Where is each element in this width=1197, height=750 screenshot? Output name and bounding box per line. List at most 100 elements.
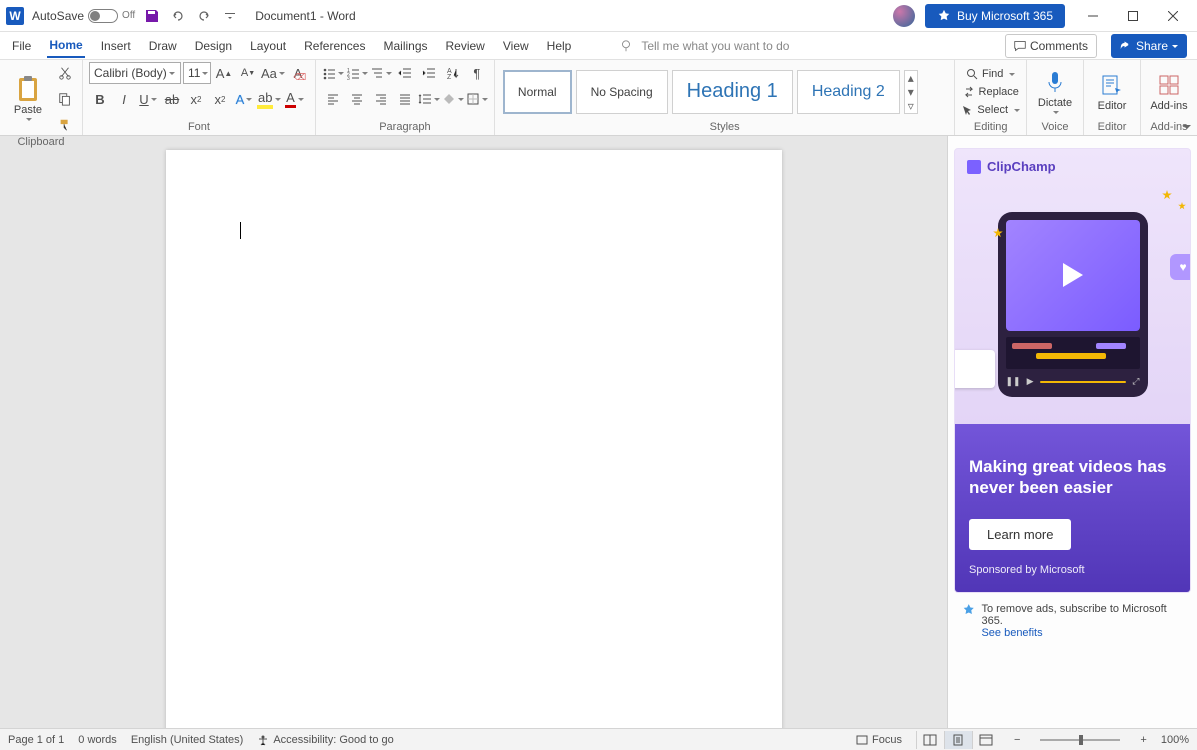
shading-button[interactable] xyxy=(442,88,464,110)
customize-qat-button[interactable] xyxy=(221,7,239,25)
zoom-in-button[interactable]: + xyxy=(1140,734,1146,746)
document-canvas[interactable] xyxy=(0,136,947,728)
learn-more-button[interactable]: Learn more xyxy=(969,519,1071,550)
find-button[interactable]: Find xyxy=(966,65,1015,83)
format-painter-button[interactable] xyxy=(54,114,76,136)
copy-button[interactable] xyxy=(54,88,76,110)
word-app-icon: W xyxy=(6,7,24,25)
microphone-icon xyxy=(1042,69,1068,95)
replace-button[interactable]: Replace xyxy=(963,83,1019,101)
tab-home[interactable]: Home xyxy=(47,34,84,58)
tab-mailings[interactable]: Mailings xyxy=(381,35,429,57)
increase-indent-button[interactable] xyxy=(418,62,440,84)
cut-button[interactable] xyxy=(54,62,76,84)
font-size-combo[interactable]: 11 xyxy=(183,62,211,84)
minimize-button[interactable] xyxy=(1073,2,1113,30)
tab-review[interactable]: Review xyxy=(444,35,487,57)
status-words[interactable]: 0 words xyxy=(78,734,117,746)
diamond-icon xyxy=(962,603,975,617)
line-spacing-button[interactable] xyxy=(418,88,440,110)
heart-icon: ♥ xyxy=(1170,254,1191,280)
change-case-button[interactable]: Aa xyxy=(261,62,285,84)
strikethrough-button[interactable]: ab xyxy=(161,88,183,110)
document-title: Document1 - Word xyxy=(255,9,355,23)
styles-scroll-up[interactable]: ▴ xyxy=(905,71,917,85)
text-effects-button[interactable]: A xyxy=(233,88,255,110)
style-heading1[interactable]: Heading 1 xyxy=(672,70,793,114)
read-mode-button[interactable] xyxy=(916,731,944,749)
editor-group-label: Editor xyxy=(1090,121,1134,135)
autosave-switch[interactable] xyxy=(88,9,118,23)
web-layout-button[interactable] xyxy=(972,731,1000,749)
comments-button[interactable]: Comments xyxy=(1005,34,1097,58)
tell-me-placeholder: Tell me what you want to do xyxy=(641,39,789,53)
tell-me-search[interactable]: Tell me what you want to do xyxy=(619,39,789,53)
borders-button[interactable] xyxy=(466,88,488,110)
align-right-button[interactable] xyxy=(370,88,392,110)
paste-button[interactable]: Paste xyxy=(6,70,50,128)
multilevel-list-button[interactable] xyxy=(370,62,392,84)
share-button[interactable]: Share xyxy=(1111,34,1187,58)
shrink-font-button[interactable]: A▼ xyxy=(237,62,259,84)
tab-view[interactable]: View xyxy=(501,35,531,57)
numbering-button[interactable]: 123 xyxy=(346,62,368,84)
print-layout-button[interactable] xyxy=(944,731,972,749)
share-caret-icon xyxy=(1172,45,1178,51)
group-editing: Find Replace Select Editing xyxy=(955,60,1027,135)
clear-formatting-button[interactable]: A⌫ xyxy=(287,62,309,84)
close-button[interactable] xyxy=(1153,2,1193,30)
page[interactable] xyxy=(166,150,782,728)
highlight-button[interactable]: ab xyxy=(257,88,281,110)
styles-expand[interactable]: ▿ xyxy=(905,99,917,113)
zoom-out-button[interactable]: − xyxy=(1014,734,1020,746)
justify-button[interactable] xyxy=(394,88,416,110)
tab-references[interactable]: References xyxy=(302,35,367,57)
sort-button[interactable]: AZ xyxy=(442,62,464,84)
decrease-indent-button[interactable] xyxy=(394,62,416,84)
autosave-toggle[interactable]: AutoSave Off xyxy=(32,9,135,23)
style-normal[interactable]: Normal xyxy=(503,70,572,114)
redo-button[interactable] xyxy=(195,7,213,25)
save-button[interactable] xyxy=(143,7,161,25)
zoom-level[interactable]: 100% xyxy=(1161,734,1189,746)
style-no-spacing[interactable]: No Spacing xyxy=(576,70,668,114)
zoom-slider[interactable] xyxy=(1040,739,1120,741)
underline-button[interactable]: U xyxy=(137,88,159,110)
status-page[interactable]: Page 1 of 1 xyxy=(8,734,64,746)
tab-draw[interactable]: Draw xyxy=(147,35,179,57)
tab-design[interactable]: Design xyxy=(193,35,234,57)
bullets-button[interactable] xyxy=(322,62,344,84)
status-language[interactable]: English (United States) xyxy=(131,734,244,746)
group-editor: Editor Editor xyxy=(1084,60,1141,135)
superscript-button[interactable]: x2 xyxy=(209,88,231,110)
subscript-button[interactable]: x2 xyxy=(185,88,207,110)
font-color-button[interactable]: A xyxy=(283,88,305,110)
italic-button[interactable]: I xyxy=(113,88,135,110)
status-accessibility[interactable]: Accessibility: Good to go xyxy=(257,734,393,746)
align-center-button[interactable] xyxy=(346,88,368,110)
tab-file[interactable]: File xyxy=(10,35,33,57)
bold-button[interactable]: B xyxy=(89,88,111,110)
styles-scroll-down[interactable]: ▾ xyxy=(905,85,917,99)
show-marks-button[interactable]: ¶ xyxy=(466,62,488,84)
maximize-button[interactable] xyxy=(1113,2,1153,30)
focus-mode-button[interactable]: Focus xyxy=(856,734,902,746)
grow-font-button[interactable]: A▲ xyxy=(213,62,235,84)
undo-button[interactable] xyxy=(169,7,187,25)
font-name-combo[interactable]: Calibri (Body) xyxy=(89,62,181,84)
main-area: ClipChamp ❚❚▶⤢ ♥ xyxy=(0,136,1197,728)
select-button[interactable]: Select xyxy=(961,101,1020,119)
tab-layout[interactable]: Layout xyxy=(248,35,288,57)
align-left-button[interactable] xyxy=(322,88,344,110)
tab-help[interactable]: Help xyxy=(545,35,574,57)
account-avatar[interactable] xyxy=(893,5,915,27)
style-heading2[interactable]: Heading 2 xyxy=(797,70,900,114)
editor-button[interactable]: Editor xyxy=(1090,63,1134,121)
dictate-button[interactable]: Dictate xyxy=(1033,63,1077,121)
buy-microsoft365-button[interactable]: Buy Microsoft 365 xyxy=(925,4,1065,28)
see-benefits-link[interactable]: See benefits xyxy=(981,627,1042,639)
tab-insert[interactable]: Insert xyxy=(99,35,133,57)
accessibility-icon xyxy=(257,734,269,746)
addins-button[interactable]: Add-ins xyxy=(1147,63,1191,121)
collapse-ribbon-button[interactable] xyxy=(1181,121,1193,133)
